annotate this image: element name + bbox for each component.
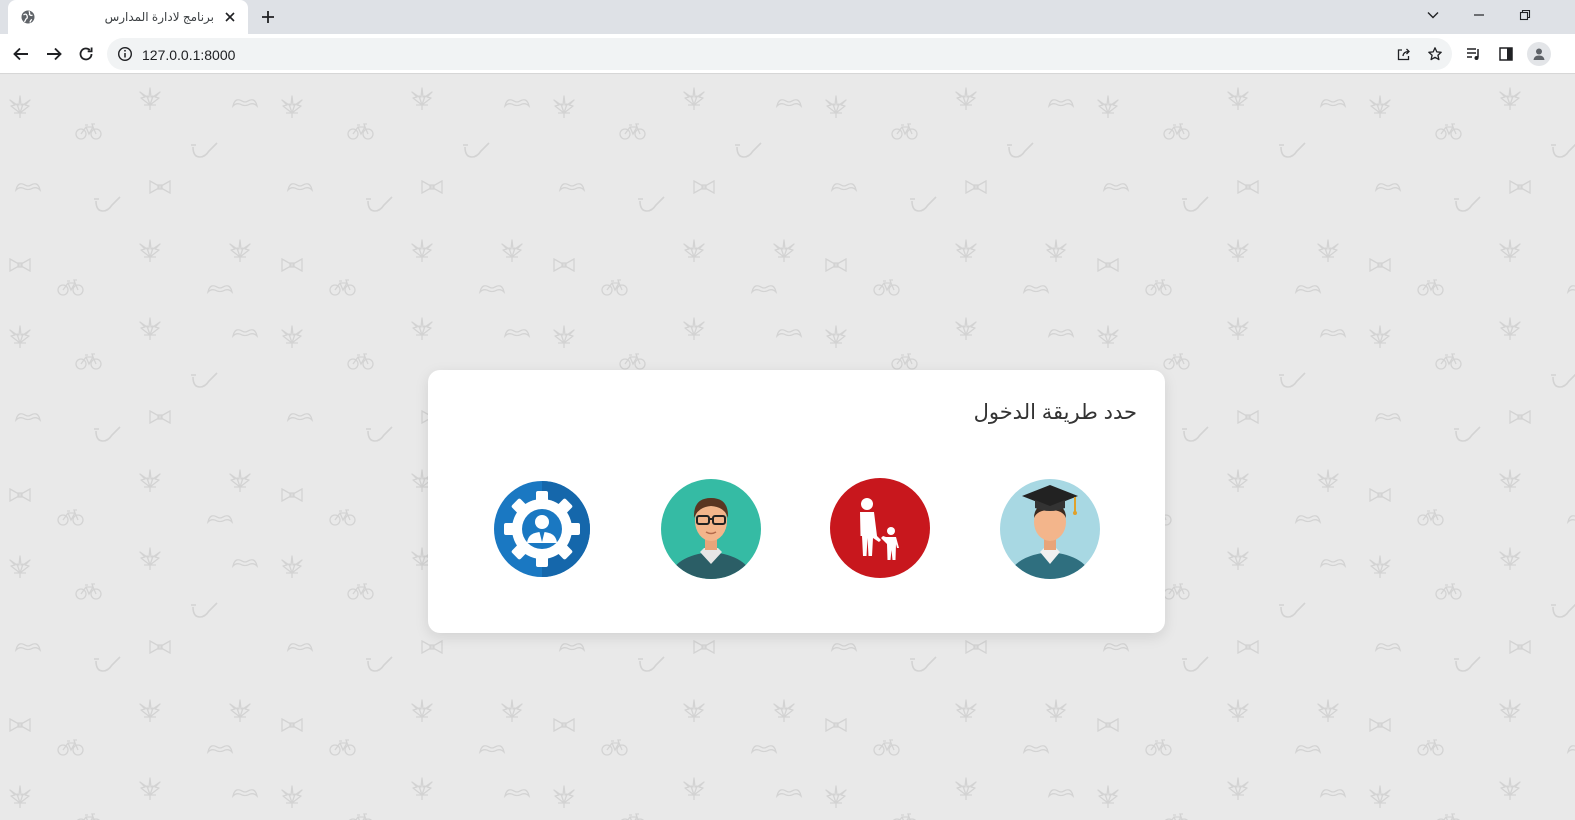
star-icon [1428,47,1442,61]
browser-tab[interactable]: برنامج لادارة المدارس [8,0,248,34]
reload-button[interactable] [74,42,98,66]
bookmark-button[interactable] [1425,44,1445,64]
reload-icon [79,47,93,61]
browser-toolbar: 127.0.0.1:8000 [0,34,1575,74]
parent-child-icon [830,478,930,578]
restore-icon [1519,9,1531,21]
profile-button[interactable] [1527,42,1551,66]
playlist-icon [1467,48,1479,60]
page-title: حدد طريقة الدخول [973,401,1137,424]
restore-button[interactable] [1502,0,1548,30]
arrow-right-icon [47,47,62,61]
admin-gear-icon [494,481,590,577]
url-text[interactable]: 127.0.0.1:8000 [142,47,235,63]
login-method-card: حدد طريقة الدخول [428,370,1165,633]
chevron-down-icon [1427,12,1439,19]
share-icon [1397,48,1410,61]
globe-icon [21,10,35,24]
page-viewport: حدد طريقة الدخول [0,75,1575,820]
media-button[interactable] [1464,44,1484,64]
tab-title: برنامج لادارة المدارس [104,10,214,24]
browser-tab-strip: برنامج لادارة المدارس [0,0,1575,34]
person-icon [1533,48,1545,60]
arrow-left-icon [13,47,28,61]
side-panel-icon [1499,47,1513,61]
forward-button[interactable] [42,42,66,66]
close-icon[interactable] [222,9,238,25]
info-icon[interactable] [117,46,133,62]
role-parent-button[interactable] [829,472,931,582]
new-tab-icon[interactable] [258,7,278,27]
back-button[interactable] [9,42,33,66]
minimize-button[interactable] [1456,0,1502,30]
role-student-button[interactable] [999,472,1101,582]
share-button[interactable] [1394,44,1414,64]
address-bar[interactable]: 127.0.0.1:8000 [107,38,1452,70]
role-teacher-button[interactable] [660,472,762,582]
graduate-student-icon [1000,479,1100,579]
tab-search-button[interactable] [1410,0,1456,30]
role-admin-button[interactable] [491,472,593,582]
teacher-icon [661,479,761,579]
side-panel-button[interactable] [1496,44,1516,64]
minimize-icon [1474,14,1484,16]
